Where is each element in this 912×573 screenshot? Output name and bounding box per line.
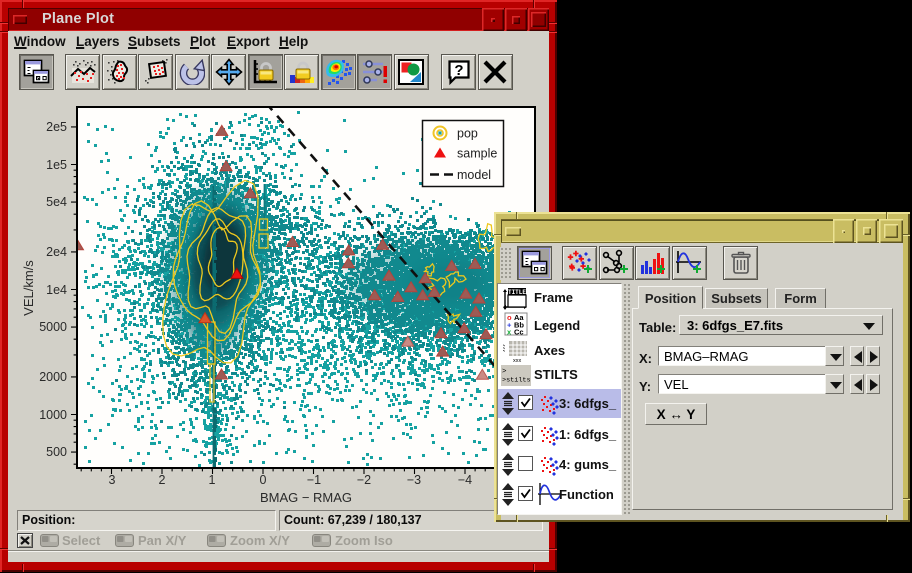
svg-text:1e5: 1e5 <box>46 158 67 172</box>
svg-text:VEL/km/s: VEL/km/s <box>21 260 36 316</box>
svg-text:0: 0 <box>260 473 267 487</box>
svg-text:5e4: 5e4 <box>46 195 67 209</box>
svg-text:−4: −4 <box>458 473 472 487</box>
svg-text:5000: 5000 <box>39 320 67 334</box>
svg-text:1000: 1000 <box>39 408 67 422</box>
svg-text:yyy: yyy <box>503 344 506 353</box>
svg-text:BMAG − RMAG: BMAG − RMAG <box>260 490 352 505</box>
svg-text:3: 3 <box>109 473 116 487</box>
svg-text:Cc: Cc <box>514 328 524 337</box>
svg-text:>stilts: >stilts <box>502 377 531 385</box>
svg-text:−2: −2 <box>357 473 371 487</box>
svg-text:>: > <box>502 368 507 376</box>
svg-text:2: 2 <box>159 473 166 487</box>
svg-text:1: 1 <box>209 473 216 487</box>
svg-text:?: ? <box>454 62 463 79</box>
svg-text:sample: sample <box>457 147 497 161</box>
svg-text:pop: pop <box>457 127 478 141</box>
svg-text:500: 500 <box>46 445 67 459</box>
svg-text:−3: −3 <box>407 473 421 487</box>
svg-text:2e5: 2e5 <box>46 120 67 134</box>
svg-text:2e4: 2e4 <box>46 245 67 259</box>
svg-text:1e4: 1e4 <box>46 283 67 297</box>
svg-text:model: model <box>457 168 491 182</box>
svg-text:2000: 2000 <box>39 370 67 384</box>
svg-text:−1: −1 <box>307 473 321 487</box>
